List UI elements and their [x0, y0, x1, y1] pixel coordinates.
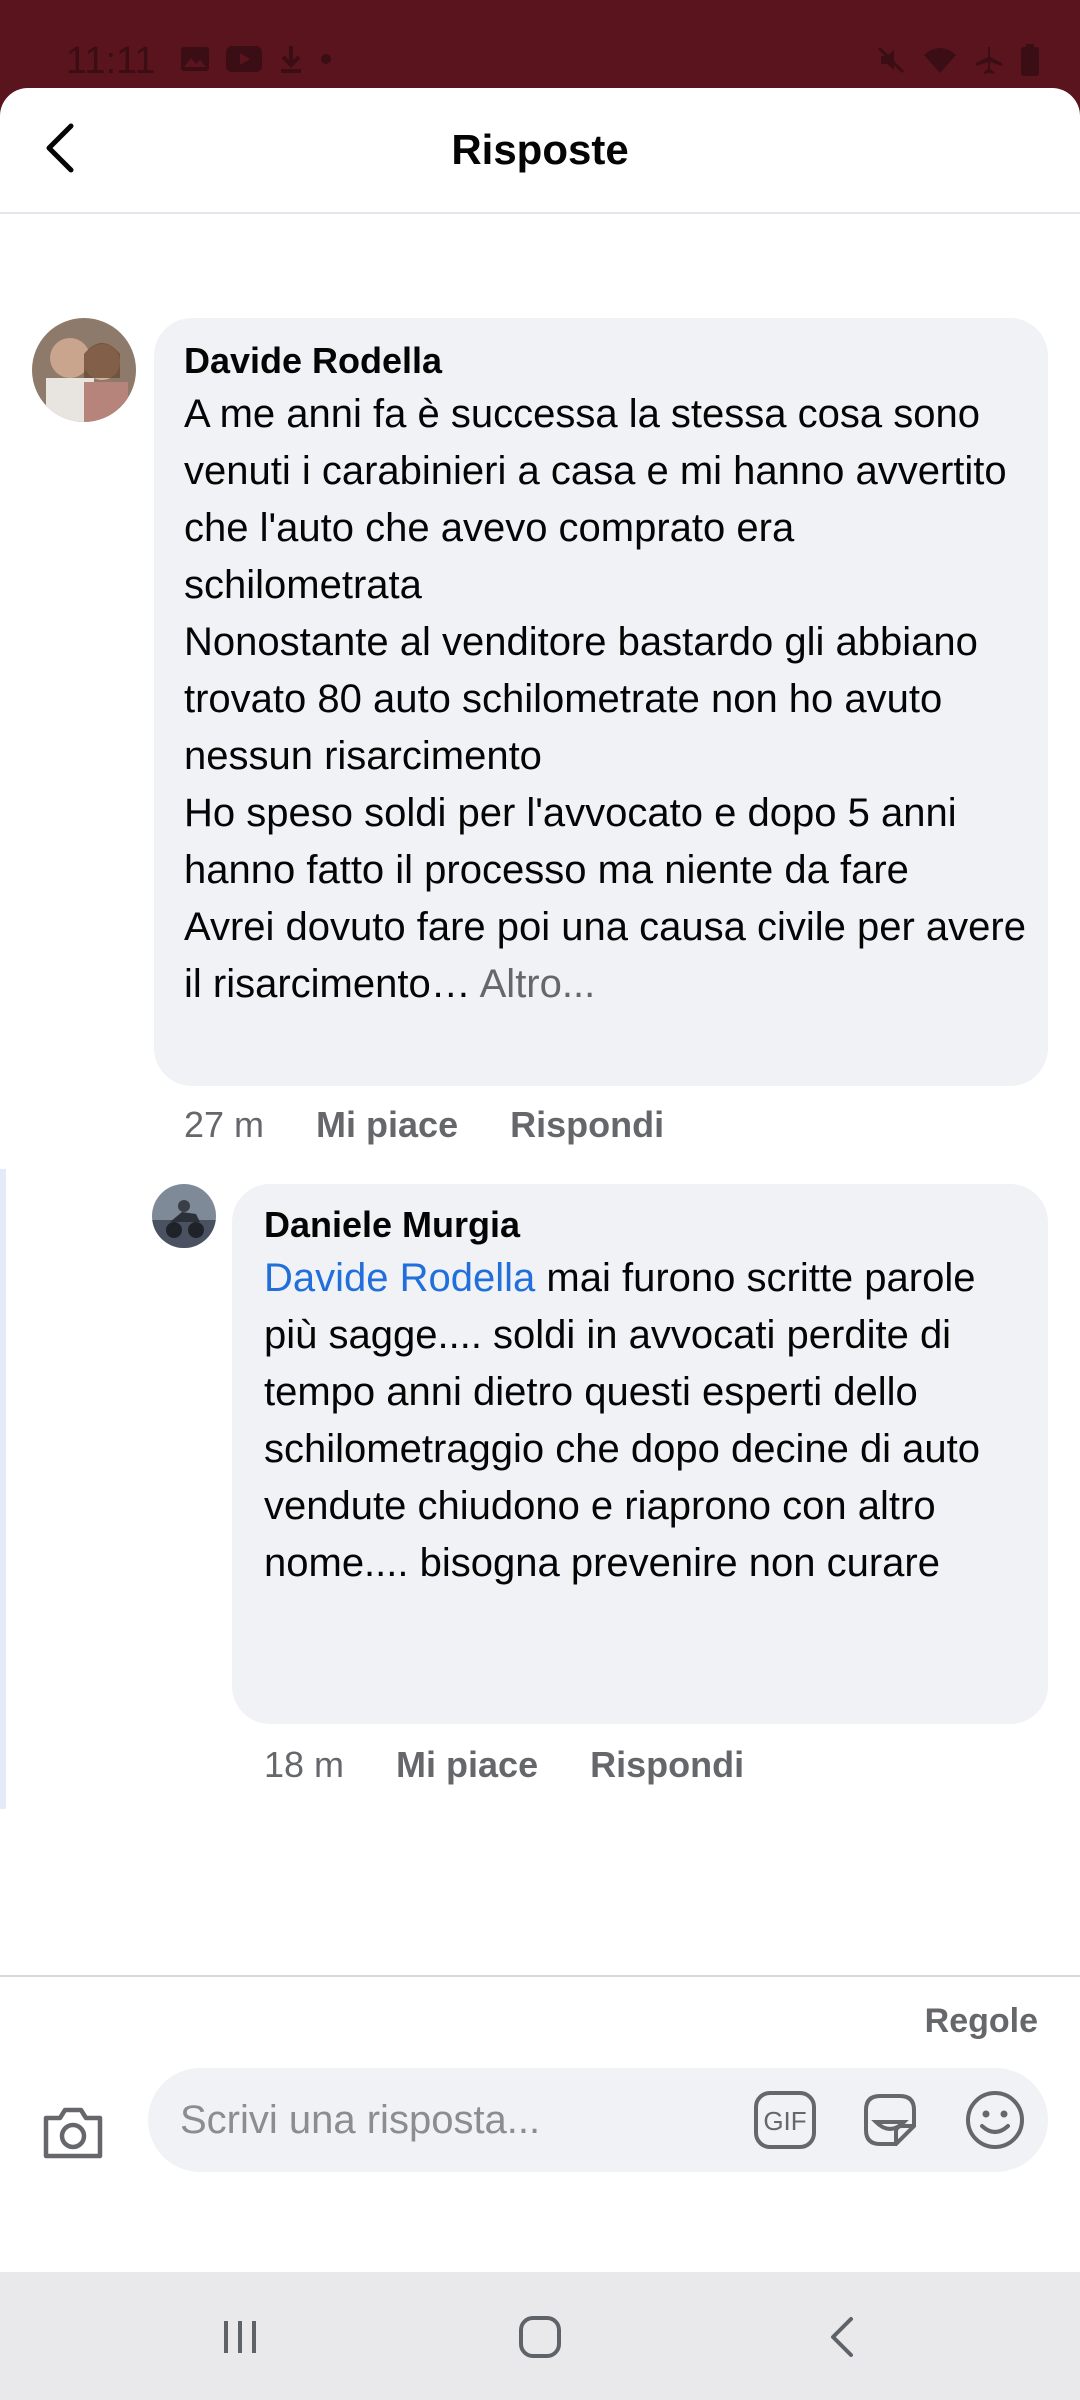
status-system-icons [876, 44, 1040, 76]
like-button[interactable]: Mi piace [316, 1104, 458, 1146]
reply-body: Davide Rodella mai furono scritte parole… [264, 1250, 1032, 1592]
gif-label: GIF [763, 2106, 806, 2136]
page-title: Risposte [451, 126, 629, 173]
download-icon [281, 46, 301, 73]
wifi-icon [924, 48, 956, 73]
dot-icon [321, 54, 331, 64]
sticker-icon [864, 2094, 916, 2146]
reply-button[interactable]: Rispondi [590, 1744, 744, 1786]
header: Risposte [0, 88, 1080, 214]
comment-author[interactable]: Davide Rodella [184, 340, 442, 382]
camera-button[interactable] [38, 2098, 108, 2168]
gallery-icon [181, 47, 209, 71]
comment-body: A me anni fa è successa la stessa cosa s… [184, 386, 1030, 1013]
gif-button[interactable]: GIF [753, 2090, 817, 2150]
status-bar: 11:11 [0, 0, 1080, 90]
profile-photo [152, 1184, 216, 1248]
gif-icon: GIF [754, 2091, 816, 2149]
comment-timestamp: 27 m [184, 1104, 265, 1145]
reply-input-placeholder: Scrivi una risposta... [180, 2098, 541, 2142]
back-nav-button[interactable] [812, 2312, 872, 2362]
emoji-button[interactable] [963, 2088, 1027, 2152]
comment-text: A me anni fa è successa la stessa cosa s… [184, 392, 1026, 1006]
reply-actions: 18 m Mi piace Rispondi [264, 1744, 796, 1786]
see-more-link[interactable]: Altro... [471, 962, 596, 1006]
comment-bubble: Davide Rodella A me anni fa è successa l… [154, 318, 1048, 1086]
recent-apps-button[interactable] [210, 2312, 270, 2362]
reply-indent-line [0, 1169, 6, 1809]
reply-timestamp: 18 m [264, 1744, 345, 1785]
reply-button[interactable]: Rispondi [510, 1104, 664, 1146]
airplane-mode-icon [976, 47, 1002, 74]
status-time: 11:11 [66, 40, 156, 82]
composer-divider [0, 1975, 1080, 1977]
youtube-icon [226, 46, 262, 72]
system-navigation-bar [0, 2272, 1080, 2400]
home-button[interactable] [510, 2312, 570, 2362]
emoji-icon [966, 2091, 1024, 2149]
sticker-button[interactable] [858, 2088, 922, 2152]
profile-photo [32, 318, 136, 422]
camera-icon [43, 2107, 103, 2159]
rules-link[interactable]: Regole [925, 2002, 1038, 2041]
like-button[interactable]: Mi piace [396, 1744, 538, 1786]
reply-input[interactable]: Scrivi una risposta... GIF [148, 2068, 1048, 2172]
replies-sheet: Risposte Davide Rodella A me anni fa è s… [0, 88, 1080, 2272]
status-notification-icons [180, 44, 332, 74]
comment-actions: 27 m Mi piace Rispondi [184, 1104, 716, 1146]
mention-link[interactable]: Davide Rodella [264, 1256, 535, 1300]
reply-avatar[interactable] [152, 1184, 216, 1248]
mute-icon [877, 46, 905, 74]
battery-icon [1021, 44, 1039, 76]
reply-text: mai furono scritte parole più sagge.... … [264, 1256, 981, 1585]
chevron-left-icon [831, 2317, 853, 2357]
reply-bubble: Daniele Murgia Davide Rodella mai furono… [232, 1184, 1048, 1724]
reply-author[interactable]: Daniele Murgia [264, 1204, 520, 1246]
avatar[interactable] [32, 318, 136, 422]
recent-apps-icon [224, 2321, 256, 2353]
home-icon [519, 2316, 561, 2358]
